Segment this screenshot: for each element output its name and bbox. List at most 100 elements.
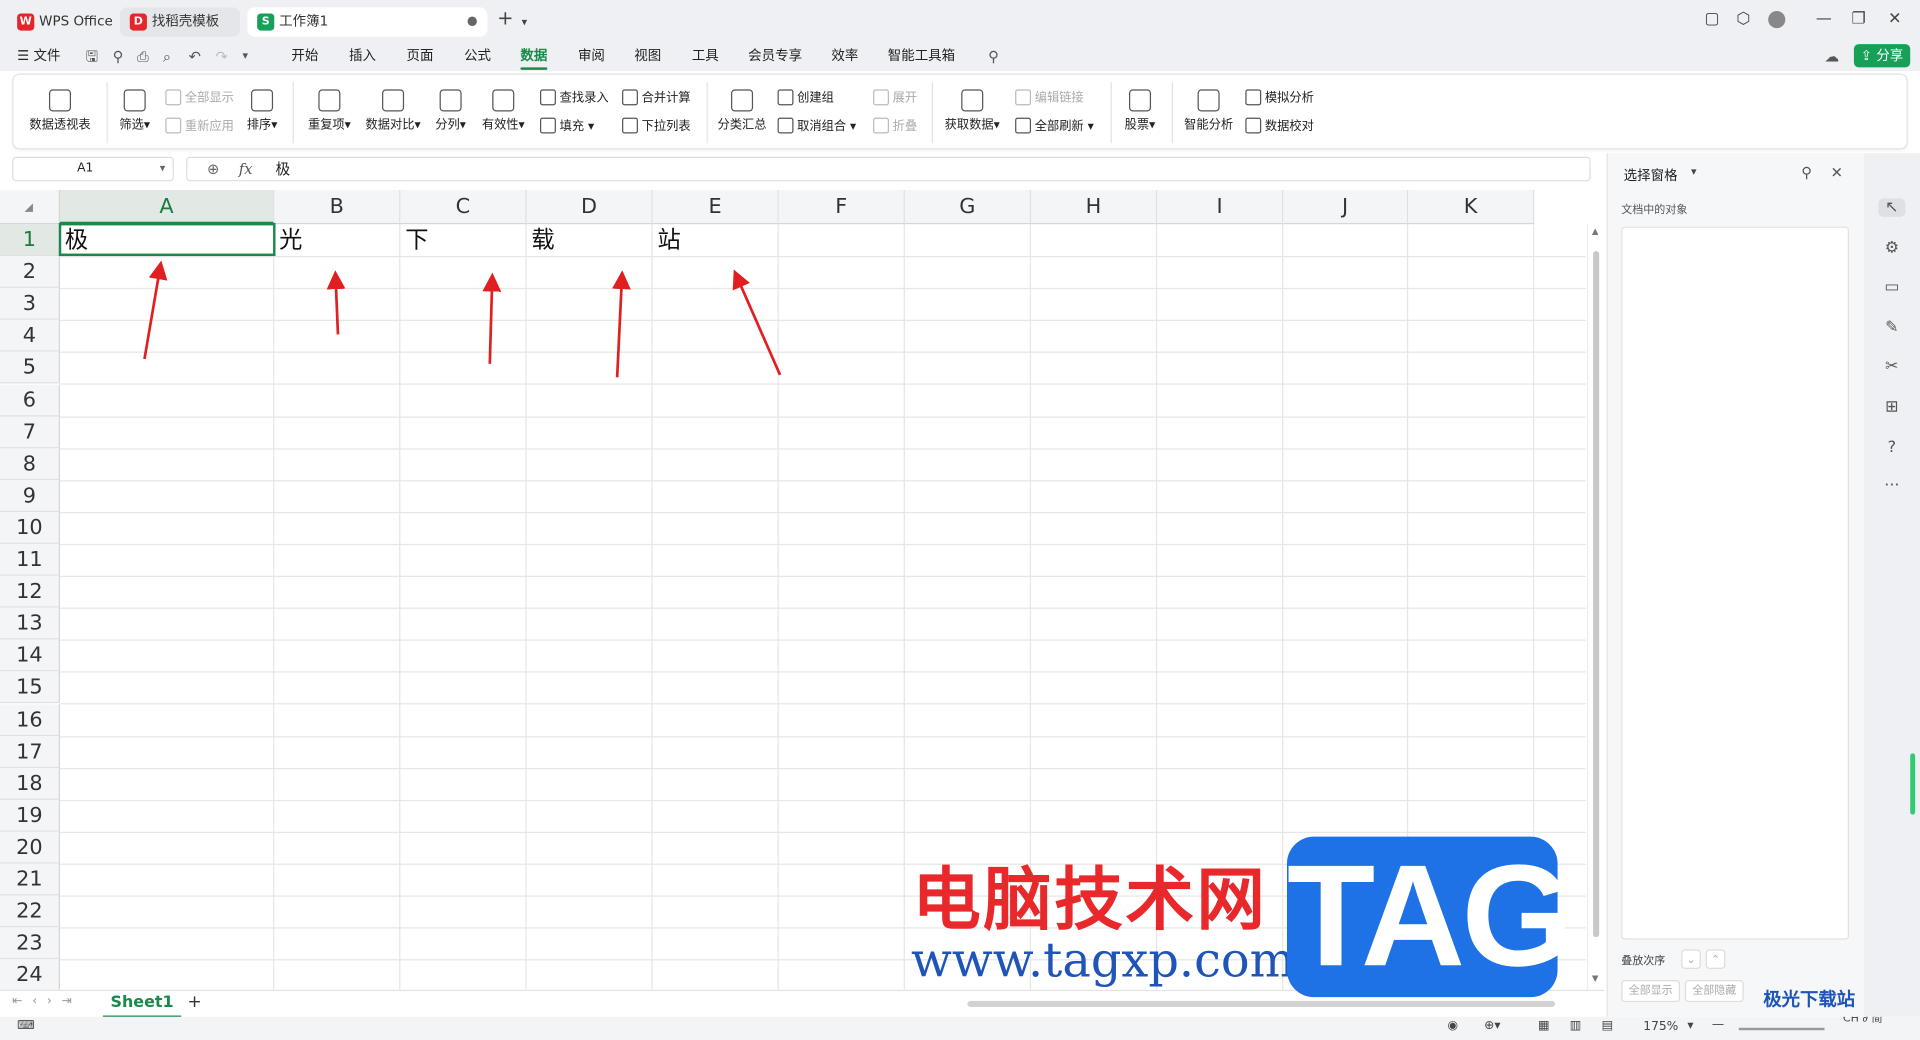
search-icon[interactable]: ⚲: [988, 47, 999, 67]
share-button[interactable]: ⇪ 分享: [1853, 44, 1911, 68]
duplicates-button[interactable]: 重复项▾: [305, 89, 354, 133]
menu-item-view[interactable]: 视图: [634, 47, 661, 67]
menu-item-efficiency[interactable]: 效率: [831, 47, 858, 67]
book-icon[interactable]: ⊞: [1883, 398, 1900, 416]
move-up-button[interactable]: ⌃: [1705, 949, 1726, 969]
fx-icon[interactable]: fx: [239, 158, 253, 180]
pin-icon[interactable]: ⚲: [1801, 164, 1812, 181]
undo-icon[interactable]: ↶: [189, 47, 201, 67]
help-icon[interactable]: ?: [1883, 439, 1900, 457]
lookup-entry-button[interactable]: 查找录入: [540, 89, 609, 106]
formula-input[interactable]: 极: [276, 158, 291, 180]
tab-wps-office[interactable]: W WPS Office: [7, 7, 115, 36]
edit-links-icon: [1015, 89, 1032, 106]
menu-item-insert[interactable]: 插入: [349, 47, 376, 67]
edit-links-button[interactable]: 编辑链接: [1015, 89, 1084, 106]
menu-item-member[interactable]: 会员专享: [748, 47, 802, 67]
pivot-table-button[interactable]: 数据透视表: [28, 89, 92, 133]
collapse-button[interactable]: 折叠: [873, 117, 917, 135]
file-menu[interactable]: ☰ 文件: [17, 47, 60, 67]
show-all-objects-button[interactable]: 全部显示: [1621, 980, 1681, 1003]
edit-icon[interactable]: ✎: [1883, 319, 1900, 337]
menu-item-data[interactable]: 数据: [520, 47, 548, 70]
menu-item-start[interactable]: 开始: [291, 47, 318, 67]
tab-dropdown-icon[interactable]: ▾: [522, 13, 528, 33]
object-list[interactable]: [1621, 226, 1849, 940]
more-icon[interactable]: ···: [1883, 477, 1900, 495]
horizontal-scrollbar[interactable]: [967, 1000, 1556, 1007]
menu-item-tools[interactable]: 工具: [692, 47, 719, 67]
filter-button[interactable]: 筛选▾: [116, 89, 153, 133]
location-icon[interactable]: ⊕▾: [1484, 1019, 1500, 1032]
chevron-down-icon[interactable]: ▾: [1691, 167, 1697, 179]
cube-icon[interactable]: ⬡: [1736, 10, 1750, 30]
dropdown-list-button[interactable]: 下拉列表: [622, 117, 691, 135]
formula-bar[interactable]: ⊕ fx 极: [186, 156, 1591, 182]
zoom-formula-icon[interactable]: ⊕: [207, 158, 219, 180]
hide-all-objects-button[interactable]: 全部隐藏: [1684, 980, 1744, 1003]
zoom-dropdown-icon[interactable]: ▾: [1687, 1019, 1693, 1032]
link-icon[interactable]: ⚲: [113, 47, 124, 67]
stocks-button[interactable]: 股票▾: [1120, 89, 1159, 133]
tab-workbook[interactable]: S 工作簿1 ●: [247, 7, 488, 37]
sheet-tab-sheet1[interactable]: Sheet1: [102, 991, 182, 1018]
layout-icon[interactable]: ▢: [1705, 10, 1720, 30]
sheet-nav-arrows-icon[interactable]: ⇤‹›⇥: [12, 995, 82, 1008]
minimize-icon[interactable]: —: [1816, 10, 1832, 30]
zoom-slider[interactable]: [1738, 1027, 1825, 1031]
create-group-button[interactable]: 创建组: [777, 89, 834, 106]
data-verify-button[interactable]: 数据校对: [1245, 117, 1314, 135]
simulate-analysis-button[interactable]: 模拟分析: [1245, 89, 1314, 106]
avatar[interactable]: [1768, 11, 1786, 29]
new-tab-plus-icon[interactable]: +: [497, 8, 513, 29]
ungroup-button[interactable]: 取消组合 ▾: [777, 117, 856, 135]
page-break-icon[interactable]: ▤: [1602, 1019, 1614, 1032]
zoom-level[interactable]: 175%: [1643, 1020, 1678, 1033]
tab-close-dot-icon[interactable]: ●: [467, 7, 478, 36]
simulate-icon: [1245, 89, 1262, 106]
name-box[interactable]: A1 ▾: [12, 156, 174, 182]
tools-icon[interactable]: ✂: [1883, 358, 1900, 376]
menu-item-page[interactable]: 页面: [407, 47, 434, 67]
stock-chart-icon: [1128, 89, 1152, 112]
expand-button[interactable]: 展开: [873, 89, 917, 106]
tab-docer[interactable]: D 找稻壳模板: [120, 7, 241, 37]
macro-icon[interactable]: ⌨: [17, 1019, 35, 1032]
subtotal-button[interactable]: 分类汇总: [716, 89, 767, 133]
settings-sliders-icon[interactable]: ⚙: [1883, 239, 1900, 257]
duplicates-label: 重复项: [307, 118, 345, 133]
close-icon[interactable]: ✕: [1831, 164, 1843, 181]
get-data-button[interactable]: 获取数据▾: [942, 89, 1003, 133]
save-icon[interactable]: 🖫: [86, 47, 99, 67]
select-pointer-icon[interactable]: ↖: [1878, 198, 1906, 217]
validity-button[interactable]: 有效性▾: [479, 89, 528, 133]
print-icon[interactable]: ⎙: [137, 47, 149, 67]
print-preview-icon[interactable]: ⌕: [163, 47, 171, 67]
move-down-button[interactable]: ⌄: [1681, 949, 1701, 969]
sort-label: 排序: [246, 118, 272, 133]
sort-button[interactable]: 排序▾: [244, 89, 281, 133]
menu-item-formula[interactable]: 公式: [464, 47, 491, 67]
restore-icon[interactable]: ❐: [1851, 10, 1865, 30]
split-column-button[interactable]: 分列▾: [432, 89, 469, 133]
page-layout-icon[interactable]: ▥: [1570, 1019, 1582, 1032]
smart-analysis-button[interactable]: 智能分析: [1182, 89, 1236, 133]
fill-button[interactable]: 填充 ▾: [540, 117, 594, 135]
reapply-button[interactable]: 重新应用: [165, 117, 234, 135]
normal-view-icon[interactable]: ▦: [1538, 1019, 1550, 1032]
chevron-down-icon[interactable]: ▾: [160, 158, 166, 180]
redo-icon[interactable]: ↷: [216, 47, 228, 67]
close-icon[interactable]: ✕: [1888, 10, 1901, 30]
eye-icon[interactable]: ◉: [1447, 1019, 1458, 1032]
add-sheet-button[interactable]: +: [187, 992, 201, 1012]
refresh-all-button[interactable]: 全部刷新 ▾: [1015, 117, 1094, 135]
merge-calc-button[interactable]: 合并计算: [622, 89, 691, 106]
cloud-icon[interactable]: ☁: [1825, 47, 1840, 67]
menu-item-review[interactable]: 审阅: [578, 47, 605, 67]
data-compare-button[interactable]: 数据对比▾: [364, 89, 423, 133]
zoom-out-icon[interactable]: —: [1712, 1018, 1724, 1031]
comment-icon[interactable]: ▭: [1883, 278, 1900, 296]
show-all-button[interactable]: 全部显示: [165, 89, 234, 106]
menu-item-smart-toolbox[interactable]: 智能工具箱: [888, 47, 955, 67]
quick-access-more-icon[interactable]: ▾: [242, 47, 248, 67]
